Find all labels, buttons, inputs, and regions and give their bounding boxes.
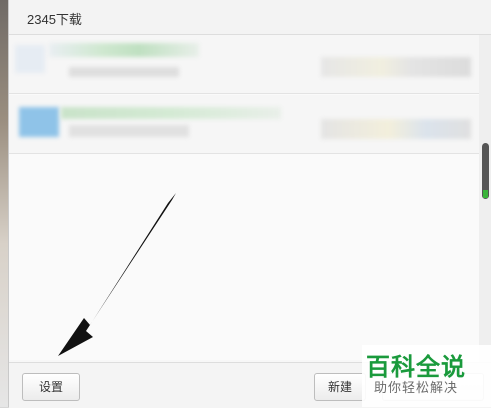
watermark-logo: 百科全说 助你轻松解决 — [362, 345, 491, 407]
watermark-subtitle: 助你轻松解决 — [374, 380, 459, 395]
